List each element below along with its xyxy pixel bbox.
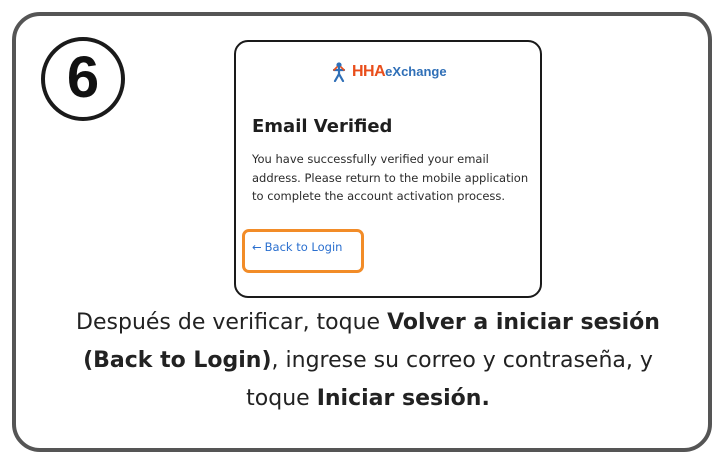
app-logo: HHAeXchange [332, 62, 447, 82]
verification-message: You have successfully verified your emai… [252, 152, 529, 203]
caption-text-1: Después de verificar, toque [76, 310, 388, 335]
logo-brand-hha: HHA [352, 63, 386, 80]
phone-screenshot: HHAeXchange Email Verified You have succ… [234, 40, 542, 298]
instruction-caption: Después de verificar, toque Volver a ini… [48, 304, 688, 418]
instruction-card: 6 HHAeXchange Email Verified You have su… [12, 12, 712, 452]
back-to-login-link[interactable]: ← Back to Login [252, 240, 342, 254]
back-to-login-label: Back to Login [264, 240, 343, 254]
person-figure-icon [332, 62, 346, 82]
step-number-badge: 6 [41, 37, 125, 121]
step-number: 6 [66, 45, 100, 110]
logo-brand-exchange: eXchange [385, 64, 447, 79]
page-title: Email Verified [252, 116, 393, 137]
logo-wordmark: HHAeXchange [352, 63, 447, 81]
caption-bold-sign-in: Iniciar sesión. [316, 386, 490, 411]
back-arrow-icon: ← [252, 240, 262, 254]
